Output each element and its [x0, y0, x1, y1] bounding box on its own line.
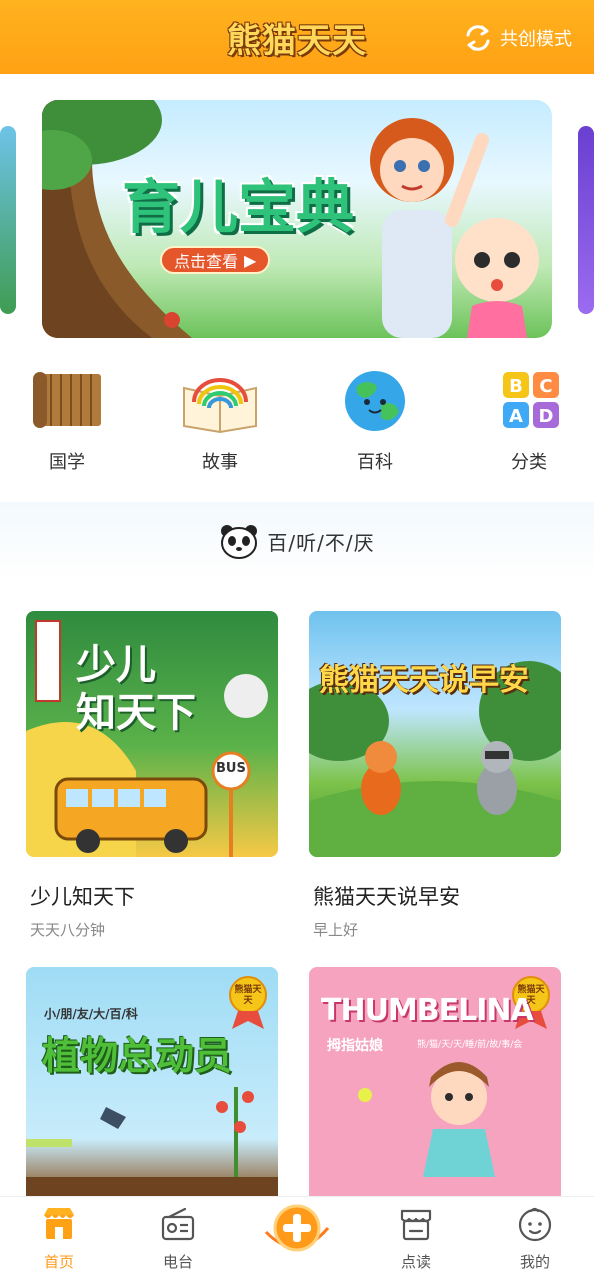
app-root: 熊猫天天 共创模式 育儿宝典 点击查看 ▶ 国学 故事 百科 B C A D 分…: [0, 0, 594, 1280]
svg-text:C: C: [539, 376, 552, 397]
tab-label: 电台: [162, 1253, 193, 1271]
bamboo-scroll-icon: [33, 372, 101, 428]
section-header: 百/听/不/厌: [0, 502, 594, 580]
medal-label: 熊猫天天: [234, 985, 262, 1006]
section-title: 百/听/不/厌: [267, 530, 375, 555]
svg-text:A: A: [509, 406, 523, 427]
switch-arrows-icon: [466, 25, 490, 51]
banner-title: 育儿宝典: [122, 173, 355, 241]
home-shop-icon: [44, 1208, 74, 1239]
album-title: 熊猫天天说早安: [313, 885, 460, 909]
plus-create-icon[interactable]: [262, 1202, 332, 1258]
album-cover-title: THUMBELINA: [321, 993, 534, 1028]
top-header: 熊猫天天 共创模式: [0, 0, 594, 74]
mother-baby-characters: [370, 118, 539, 338]
store-reading-icon: [400, 1209, 432, 1241]
tab-label: 点读: [400, 1253, 431, 1271]
banner-view-label: 点击查看: [174, 252, 239, 271]
album-cover-title: 植物总动员: [42, 1034, 233, 1078]
panda-face-icon: [221, 525, 258, 559]
album-cover-title: 熊猫天天说早安: [319, 663, 529, 698]
tab-mine[interactable]: 我的: [495, 1205, 575, 1272]
medal-label: 熊猫天天: [517, 985, 545, 1006]
banner-carousel[interactable]: 育儿宝典 点击查看 ▶: [0, 100, 594, 340]
tab-label: 首页: [43, 1253, 74, 1271]
tab-label: 我的: [519, 1253, 550, 1271]
category-label: 故事: [202, 452, 238, 473]
album-cover-small: 拇指姑娘: [327, 1038, 383, 1054]
album-card[interactable]: 少儿 知天下 BUS 少儿知天下 天天八分钟: [26, 611, 278, 940]
app-logo: 熊猫天天: [227, 20, 367, 61]
category-story[interactable]: 故事: [165, 368, 275, 474]
category-label: 国学: [49, 452, 85, 473]
banner-prev-peek[interactable]: [0, 126, 16, 314]
banner-view-button[interactable]: 点击查看 ▶: [160, 246, 271, 274]
category-row: 国学 故事 百科 B C A D 分类: [0, 368, 594, 478]
svg-text:D: D: [539, 406, 554, 427]
album-subtitle: 天天八分钟: [30, 921, 106, 939]
category-label: 分类: [511, 452, 547, 473]
album-cover-tag: 熊/猫/天/天/睡/前/故/事/会: [417, 1040, 523, 1050]
album-cover-title: 少儿 知天下: [76, 642, 196, 736]
album-subtitle: 早上好: [313, 921, 359, 939]
tab-radio[interactable]: 电台: [138, 1205, 218, 1272]
category-label: 百科: [357, 452, 393, 473]
album-title: 少儿知天下: [30, 885, 135, 909]
co-create-mode-button[interactable]: 共创模式: [462, 22, 572, 54]
album-cover: THUMBELINA 拇指姑娘 熊/猫/天/天/睡/前/故/事/会 熊猫天天: [309, 967, 561, 1213]
category-guoxue[interactable]: 国学: [12, 368, 122, 474]
rainbow-book-icon: [183, 378, 257, 434]
svg-text:B: B: [509, 376, 523, 397]
banner-slide[interactable]: 育儿宝典 点击查看 ▶: [42, 100, 552, 338]
category-encyclopedia[interactable]: 百科: [320, 368, 430, 474]
category-classify[interactable]: BCAD 分类: [474, 368, 584, 474]
baby-face-icon: [518, 1207, 552, 1242]
play-arrow-icon: ▶: [244, 250, 257, 270]
tab-read[interactable]: 点读: [376, 1205, 456, 1272]
album-cover: 小/朋/友/大/百/科 植物总动员 熊猫天天: [26, 967, 278, 1213]
album-cover: 熊猫天天说早安: [309, 611, 561, 857]
tab-home[interactable]: 首页: [19, 1205, 99, 1272]
radio-icon: [161, 1207, 195, 1241]
earth-globe-icon: [345, 371, 405, 431]
album-cover-small: 小/朋/友/大/百/科: [44, 1007, 138, 1021]
banner-next-peek[interactable]: [578, 126, 594, 314]
cover-illustration: [309, 661, 561, 857]
bus-sign-text: BUS: [216, 761, 246, 776]
mode-label: 共创模式: [500, 29, 572, 50]
album-card[interactable]: 熊猫天天说早安 熊猫天天说早安 早上好: [309, 611, 561, 940]
abcd-blocks-icon: B CA D: [503, 372, 559, 428]
album-cover: 少儿 知天下 BUS: [26, 611, 278, 857]
